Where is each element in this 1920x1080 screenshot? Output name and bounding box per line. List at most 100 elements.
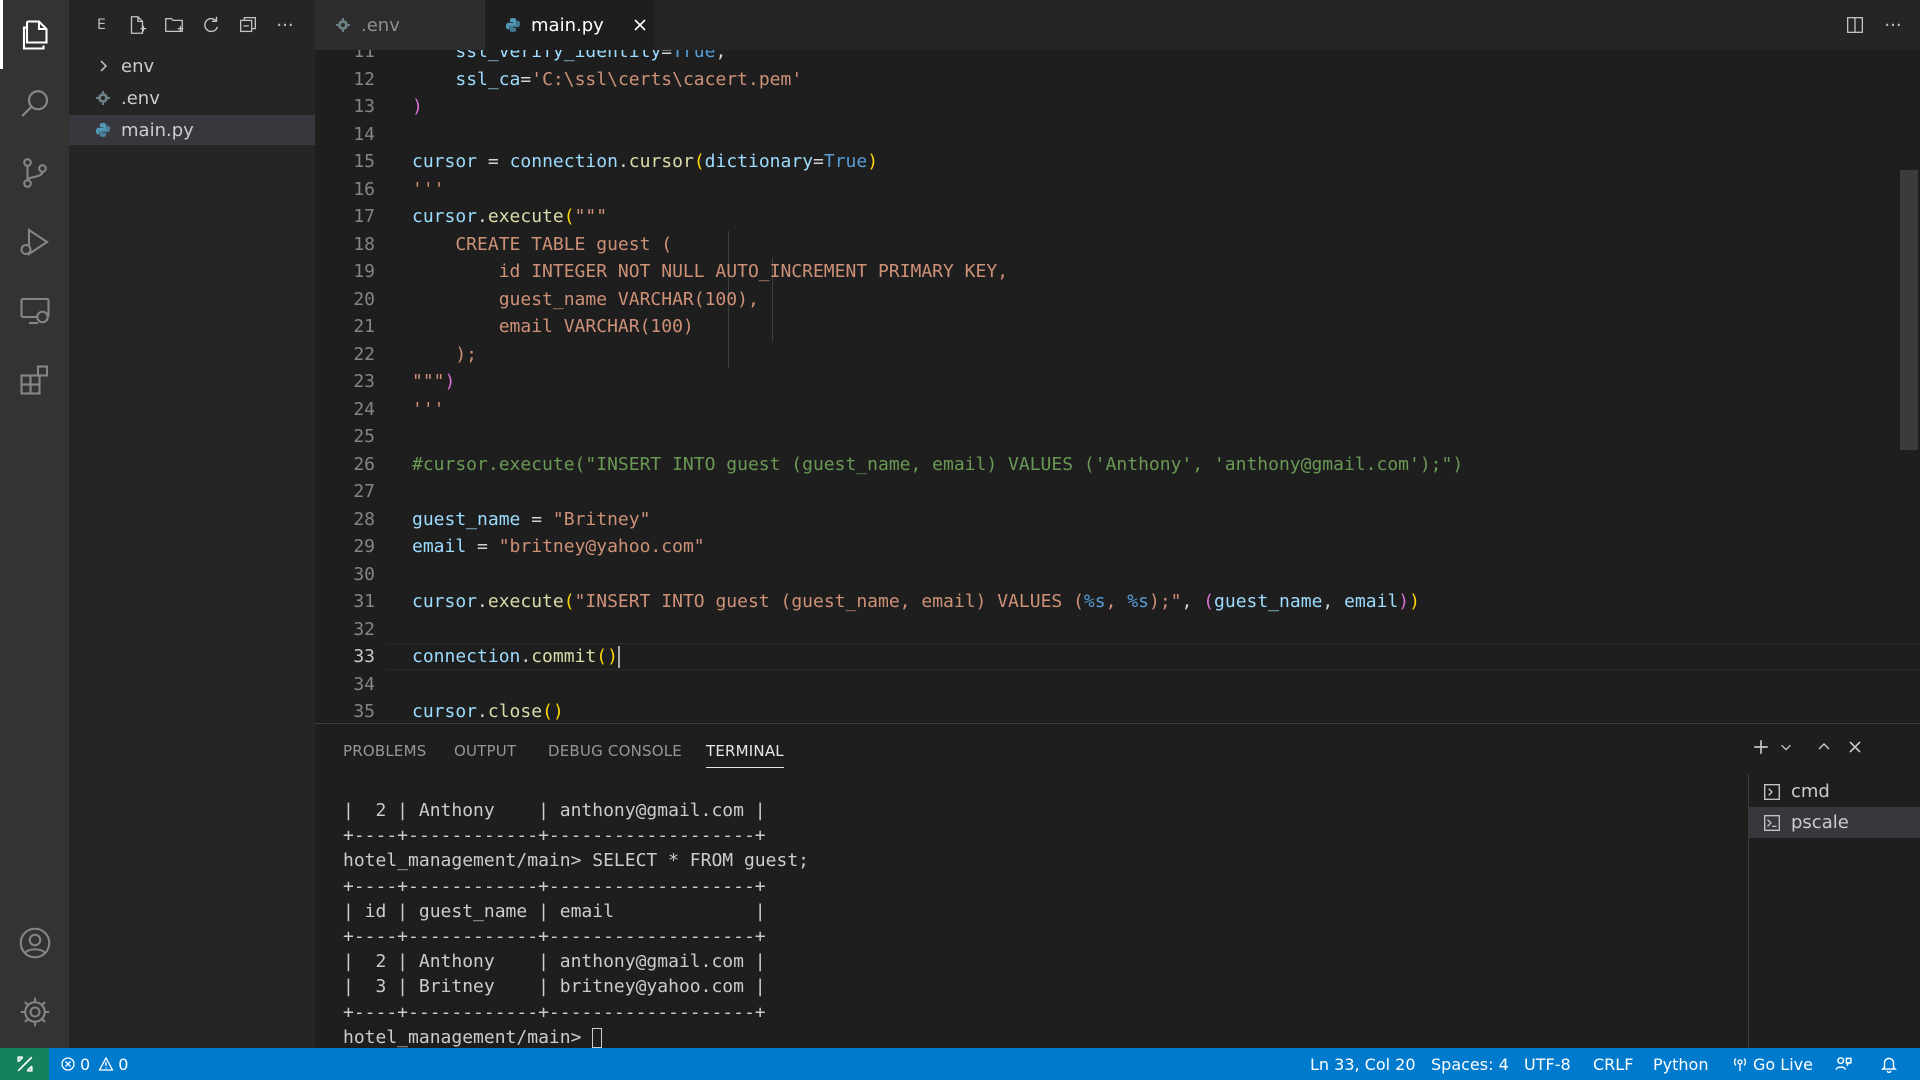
language-mode[interactable]: Python: [1653, 1048, 1708, 1080]
new-terminal-icon[interactable]: [1748, 734, 1774, 760]
code-text: cursor.close(): [412, 701, 564, 722]
code-line[interactable]: 12 ssl_ca='C:\ssl\certs\cacert.pem': [315, 66, 1905, 93]
editor-tab-bar: .env main.py ···: [315, 0, 1920, 50]
code-line[interactable]: 15 cursor = connection.cursor(dictionary=…: [315, 148, 1905, 175]
feedback-icon[interactable]: [1834, 1048, 1852, 1080]
panel-tab-output[interactable]: OUTPUT: [454, 742, 516, 760]
new-folder-icon[interactable]: [159, 10, 189, 40]
collapse-all-icon[interactable]: [233, 10, 263, 40]
settings-gear-icon[interactable]: [0, 977, 69, 1046]
code-text: connection.commit(): [412, 646, 620, 668]
line-number: 16: [353, 178, 375, 200]
more-icon[interactable]: ···: [270, 10, 300, 40]
panel-tab-debug-console[interactable]: DEBUG CONSOLE: [548, 742, 682, 760]
go-live-button[interactable]: Go Live: [1732, 1048, 1813, 1080]
line-number: 29: [353, 536, 375, 557]
tree-file-main-py[interactable]: main.py: [69, 115, 315, 145]
code-line[interactable]: 30: [315, 561, 1905, 588]
code-line[interactable]: 13): [315, 93, 1905, 120]
code-line[interactable]: 25: [315, 423, 1905, 450]
tree-item-label: main.py: [121, 119, 194, 141]
indentation-setting[interactable]: Spaces: 4: [1431, 1048, 1509, 1080]
new-file-icon[interactable]: [122, 10, 152, 40]
terminal-item-cmd[interactable]: cmd: [1749, 776, 1920, 807]
code-line[interactable]: 29 email = "britney@yahoo.com": [315, 533, 1905, 560]
panel-tab-problems[interactable]: PROBLEMS: [343, 742, 426, 760]
code-text: cursor = connection.cursor(dictionary=Tr…: [412, 151, 879, 172]
line-number: 18: [353, 233, 375, 255]
code-line[interactable]: 17 cursor.execute(""": [315, 203, 1905, 230]
code-line[interactable]: 27: [315, 478, 1905, 505]
terminal-list: cmd pscale: [1748, 774, 1920, 1049]
notifications-bell-icon[interactable]: [1880, 1048, 1898, 1080]
line-number: 30: [353, 563, 375, 585]
code-line[interactable]: 18 CREATE TABLE guest (: [315, 231, 1905, 258]
explorer-icon[interactable]: [0, 0, 69, 69]
code-text: cursor.execute(""": [412, 206, 608, 227]
code-line[interactable]: 16 ''': [315, 176, 1905, 203]
code-text: ''': [412, 398, 445, 420]
line-number: 12: [353, 68, 375, 90]
encoding-setting[interactable]: UTF-8: [1524, 1048, 1571, 1080]
terminal-dropdown-icon[interactable]: [1773, 734, 1799, 760]
powershell-icon: [1763, 813, 1783, 833]
run-debug-icon[interactable]: [0, 207, 69, 276]
terminal-line: | 3 | Britney | britney@yahoo.com |: [343, 976, 766, 998]
code-line[interactable]: 23 """): [315, 368, 1905, 395]
line-number: 32: [353, 618, 375, 640]
explorer-title: E: [97, 17, 106, 33]
extensions-icon[interactable]: [0, 345, 69, 414]
maximize-panel-icon[interactable]: [1811, 734, 1837, 760]
remote-explorer-icon[interactable]: [0, 276, 69, 345]
code-line[interactable]: 31 cursor.execute("INSERT INTO guest (gue…: [315, 588, 1905, 615]
terminal-item-label: cmd: [1791, 781, 1830, 802]
line-number: 34: [353, 673, 375, 695]
code-text: email = "britney@yahoo.com": [412, 536, 705, 557]
close-icon[interactable]: [630, 15, 650, 35]
tree-item-label: .env: [121, 87, 160, 109]
problems-indicator[interactable]: 0 0: [60, 1048, 128, 1080]
editor-more-icon[interactable]: ···: [1880, 12, 1906, 38]
code-line[interactable]: 24 ''': [315, 396, 1905, 423]
code-line[interactable]: 20 guest_name VARCHAR(100),: [315, 286, 1905, 313]
terminal-line: +----+------------+-------------------+: [343, 825, 766, 847]
terminal-item-label: pscale: [1791, 812, 1849, 833]
line-number: 28: [353, 508, 375, 530]
code-line[interactable]: 26 #cursor.execute("INSERT INTO guest (gu…: [315, 451, 1905, 478]
code-line[interactable]: 33 connection.commit(): [315, 643, 1905, 670]
terminal-line: | 2 | Anthony | anthony@gmail.com |: [343, 951, 766, 973]
search-icon[interactable]: [0, 69, 69, 138]
terminal-icon: [1763, 782, 1783, 802]
code-text: #cursor.execute("INSERT INTO guest (gues…: [412, 453, 1464, 475]
cursor-position[interactable]: Ln 33, Col 20: [1310, 1048, 1416, 1080]
code-line[interactable]: 35 cursor.close(): [315, 698, 1905, 723]
tab-label: main.py: [531, 14, 604, 36]
tab-main-py[interactable]: main.py: [485, 0, 655, 50]
tab-env[interactable]: .env: [315, 0, 485, 50]
source-control-icon[interactable]: [0, 138, 69, 207]
code-line[interactable]: 11 ssl_verify_identity=True,: [315, 50, 1905, 65]
terminal-line: | 2 | Anthony | anthony@gmail.com |: [343, 800, 766, 821]
eol-setting[interactable]: CRLF: [1593, 1048, 1633, 1080]
split-editor-icon[interactable]: [1842, 12, 1868, 38]
tree-file-env[interactable]: .env: [69, 83, 315, 113]
code-line[interactable]: 28 guest_name = "Britney": [315, 506, 1905, 533]
close-panel-icon[interactable]: [1842, 734, 1868, 760]
code-line[interactable]: 22 );: [315, 341, 1905, 368]
code-line[interactable]: 21 email VARCHAR(100): [315, 313, 1905, 340]
terminal-prompt-line[interactable]: hotel_management/main>: [343, 1025, 603, 1050]
panel-tab-terminal[interactable]: TERMINAL: [706, 742, 784, 768]
code-line[interactable]: 34: [315, 671, 1905, 698]
account-icon[interactable]: [0, 908, 69, 977]
code-line[interactable]: 19 id INTEGER NOT NULL AUTO_INCREMENT PR…: [315, 258, 1905, 285]
editor-scrollbar-thumb[interactable]: [1900, 170, 1918, 450]
refresh-icon[interactable]: [196, 10, 226, 40]
tree-folder-env[interactable]: env: [69, 51, 315, 81]
terminal-line: hotel_management/main> SELECT * FROM gue…: [343, 850, 809, 872]
code-text: ssl_verify_identity=True,: [455, 50, 727, 62]
code-line[interactable]: 32: [315, 616, 1905, 643]
code-line[interactable]: 14: [315, 121, 1905, 148]
terminal-item-pscale[interactable]: pscale: [1749, 807, 1920, 838]
remote-indicator-icon[interactable]: [0, 1048, 49, 1080]
code-editor[interactable]: 11 ssl_verify_identity=True, 12 ssl_ca='C…: [315, 50, 1920, 723]
